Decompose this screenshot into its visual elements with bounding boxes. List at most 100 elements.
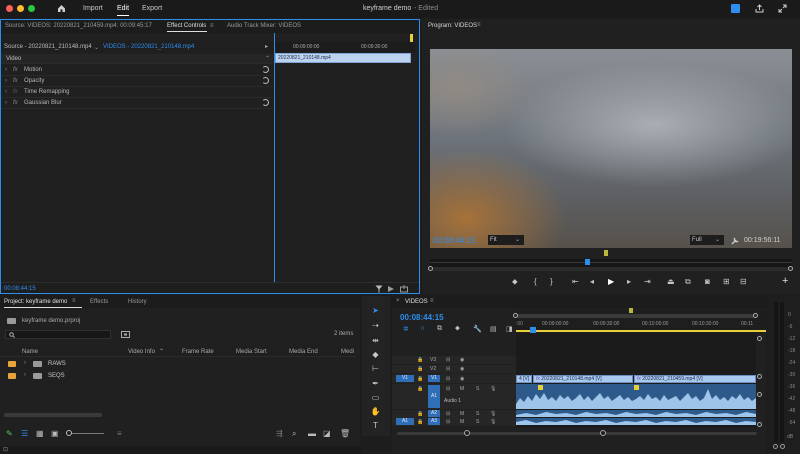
fx-icon[interactable]: fx	[13, 89, 18, 95]
tab-effect-controls[interactable]: Effect Controls	[167, 23, 206, 29]
rectangle-tool-icon[interactable]: ▭	[370, 393, 381, 403]
microphone-icon[interactable]: 🎙	[490, 411, 496, 417]
play-triangle-icon[interactable]: ▸	[265, 43, 268, 50]
sort-ascending-icon[interactable]: ⌃	[159, 348, 164, 355]
zoom-scroll[interactable]	[428, 266, 793, 271]
icon-view-icon[interactable]: ▦	[36, 429, 44, 438]
timeline-clip[interactable]: 4 [V]	[516, 375, 532, 383]
solo-right-button[interactable]	[780, 444, 785, 449]
sequence-clip-selector[interactable]: VIDEOS - 20220821_210148.mp4	[103, 44, 194, 50]
column-media-end[interactable]: Media End	[289, 349, 318, 355]
project-search-field[interactable]	[5, 330, 111, 339]
scroll-handle[interactable]	[757, 336, 762, 341]
timeline-settings-icon[interactable]: 🔧	[473, 325, 482, 333]
list-view-icon[interactable]: ☰	[21, 429, 28, 438]
scrub-playhead[interactable]	[585, 259, 590, 265]
timeline-clip[interactable]: fx 20220821_210459.mp4 [V]	[634, 375, 756, 383]
extract-icon[interactable]: ⧉	[685, 277, 691, 287]
sync-lock-icon[interactable]: ⊟	[446, 386, 450, 392]
export-frame-icon[interactable]	[400, 285, 408, 293]
home-icon[interactable]	[57, 4, 66, 13]
zoom-handle-left[interactable]	[428, 266, 433, 271]
lock-icon[interactable]: 🔒	[417, 366, 423, 372]
close-window-button[interactable]	[6, 5, 13, 12]
nav-edit[interactable]: Edit	[117, 5, 129, 12]
audio-clip-a1[interactable]	[516, 384, 756, 409]
tab-audio-mixer[interactable]: Audio Track Mixer: VIDEOS	[227, 23, 301, 29]
mute-button[interactable]: M	[460, 386, 464, 392]
type-tool-icon[interactable]: T	[370, 421, 381, 431]
zoom-handle-left[interactable]	[513, 313, 518, 318]
eye-icon[interactable]: ◉	[460, 357, 464, 363]
step-forward-icon[interactable]: ▸	[627, 277, 631, 286]
add-marker-icon[interactable]: ⬥	[512, 277, 518, 287]
wrench-icon[interactable]	[731, 236, 740, 245]
lift-icon[interactable]: ⏏	[667, 277, 675, 286]
track-label-a3[interactable]: A3	[428, 418, 440, 425]
horizontal-scrollbar[interactable]	[4, 413, 102, 417]
sync-lock-icon[interactable]: ⊟	[446, 419, 450, 425]
expand-icon[interactable]: ›	[5, 100, 7, 106]
list-item[interactable]: › SEQS	[0, 370, 356, 382]
captions-icon[interactable]: ▤	[490, 325, 497, 333]
column-media-start[interactable]: Media Start	[236, 349, 267, 355]
expand-icon[interactable]: ›	[24, 372, 26, 378]
program-menu-icon[interactable]: ≡	[477, 22, 481, 28]
audio-clip-a3[interactable]	[516, 418, 756, 425]
maximize-window-button[interactable]	[28, 5, 35, 12]
linked-selection-icon[interactable]: ⧉	[437, 325, 442, 333]
column-video-info[interactable]: Video Info	[128, 349, 155, 355]
solo-left-button[interactable]	[773, 444, 778, 449]
slip-tool-icon[interactable]: ⊢	[370, 364, 381, 374]
effect-controls-timecode[interactable]: 00:08:44:15	[4, 286, 36, 292]
track-label-a2[interactable]: A2	[428, 410, 440, 417]
collapse-up-icon[interactable]: ⌃	[265, 55, 270, 62]
solo-button[interactable]: S	[476, 411, 479, 417]
mark-out-icon[interactable]: }	[550, 277, 553, 286]
clear-icon[interactable]: 🗑	[340, 429, 350, 438]
sync-lock-icon[interactable]: ⊟	[446, 357, 450, 363]
expand-icon[interactable]: ›	[5, 78, 7, 84]
effect-row-opacity[interactable]: › fx Opacity	[1, 76, 273, 87]
microphone-icon[interactable]: 🎙	[490, 386, 496, 392]
zoom-handle-right[interactable]	[753, 313, 758, 318]
sync-lock-icon[interactable]: ⊟	[446, 376, 450, 382]
work-area-bar[interactable]	[516, 330, 766, 332]
workspaces-icon[interactable]	[731, 4, 740, 13]
snap-icon[interactable]: ∩	[420, 325, 425, 332]
nav-export[interactable]: Export	[142, 5, 162, 12]
fit-dropdown[interactable]: Fit ⌄	[488, 235, 524, 245]
filter-icon[interactable]	[375, 285, 383, 293]
proxy-toggle-icon[interactable]: ⊟	[740, 277, 747, 286]
expand-icon[interactable]: ›	[5, 89, 7, 95]
track-label-a1[interactable]: A1	[428, 385, 440, 408]
eye-icon[interactable]: ◉	[460, 376, 464, 382]
go-to-in-icon[interactable]: ⇤	[572, 277, 579, 286]
mute-button[interactable]: M	[460, 411, 464, 417]
add-button-icon[interactable]: +	[782, 275, 788, 287]
add-marker-icon[interactable]: ⬥	[455, 325, 460, 333]
solo-button[interactable]: S	[476, 386, 479, 392]
share-icon[interactable]	[755, 4, 764, 13]
scroll-handle-right[interactable]	[600, 430, 606, 436]
program-scrub-bar[interactable]	[430, 259, 792, 267]
zoom-slider-handle[interactable]	[66, 430, 72, 436]
scroll-handle-left[interactable]	[464, 430, 470, 436]
razor-tool-icon[interactable]: ◆	[370, 350, 381, 360]
source-patch-a1[interactable]: A1	[396, 418, 414, 425]
effect-row-time-remapping[interactable]: › fx Time Remapping	[1, 87, 273, 98]
sync-lock-icon[interactable]: ⊟	[446, 366, 450, 372]
column-media-duration[interactable]: Medi	[341, 349, 354, 355]
track-label-v1[interactable]: V1	[428, 375, 440, 382]
nav-import[interactable]: Import	[83, 5, 103, 12]
mark-in-icon[interactable]: {	[534, 277, 537, 286]
reset-icon[interactable]	[262, 77, 269, 84]
lock-icon[interactable]: 🔒	[417, 411, 423, 417]
caption-track-icon[interactable]: ◨	[506, 325, 513, 333]
column-frame-rate[interactable]: Frame Rate	[182, 349, 214, 355]
new-bin-from-search-icon[interactable]	[121, 330, 130, 338]
comparison-view-icon[interactable]: ⊞	[723, 277, 730, 286]
scroll-handle[interactable]	[757, 392, 762, 397]
minimize-window-button[interactable]	[17, 5, 24, 12]
scroll-handle[interactable]	[757, 422, 762, 427]
